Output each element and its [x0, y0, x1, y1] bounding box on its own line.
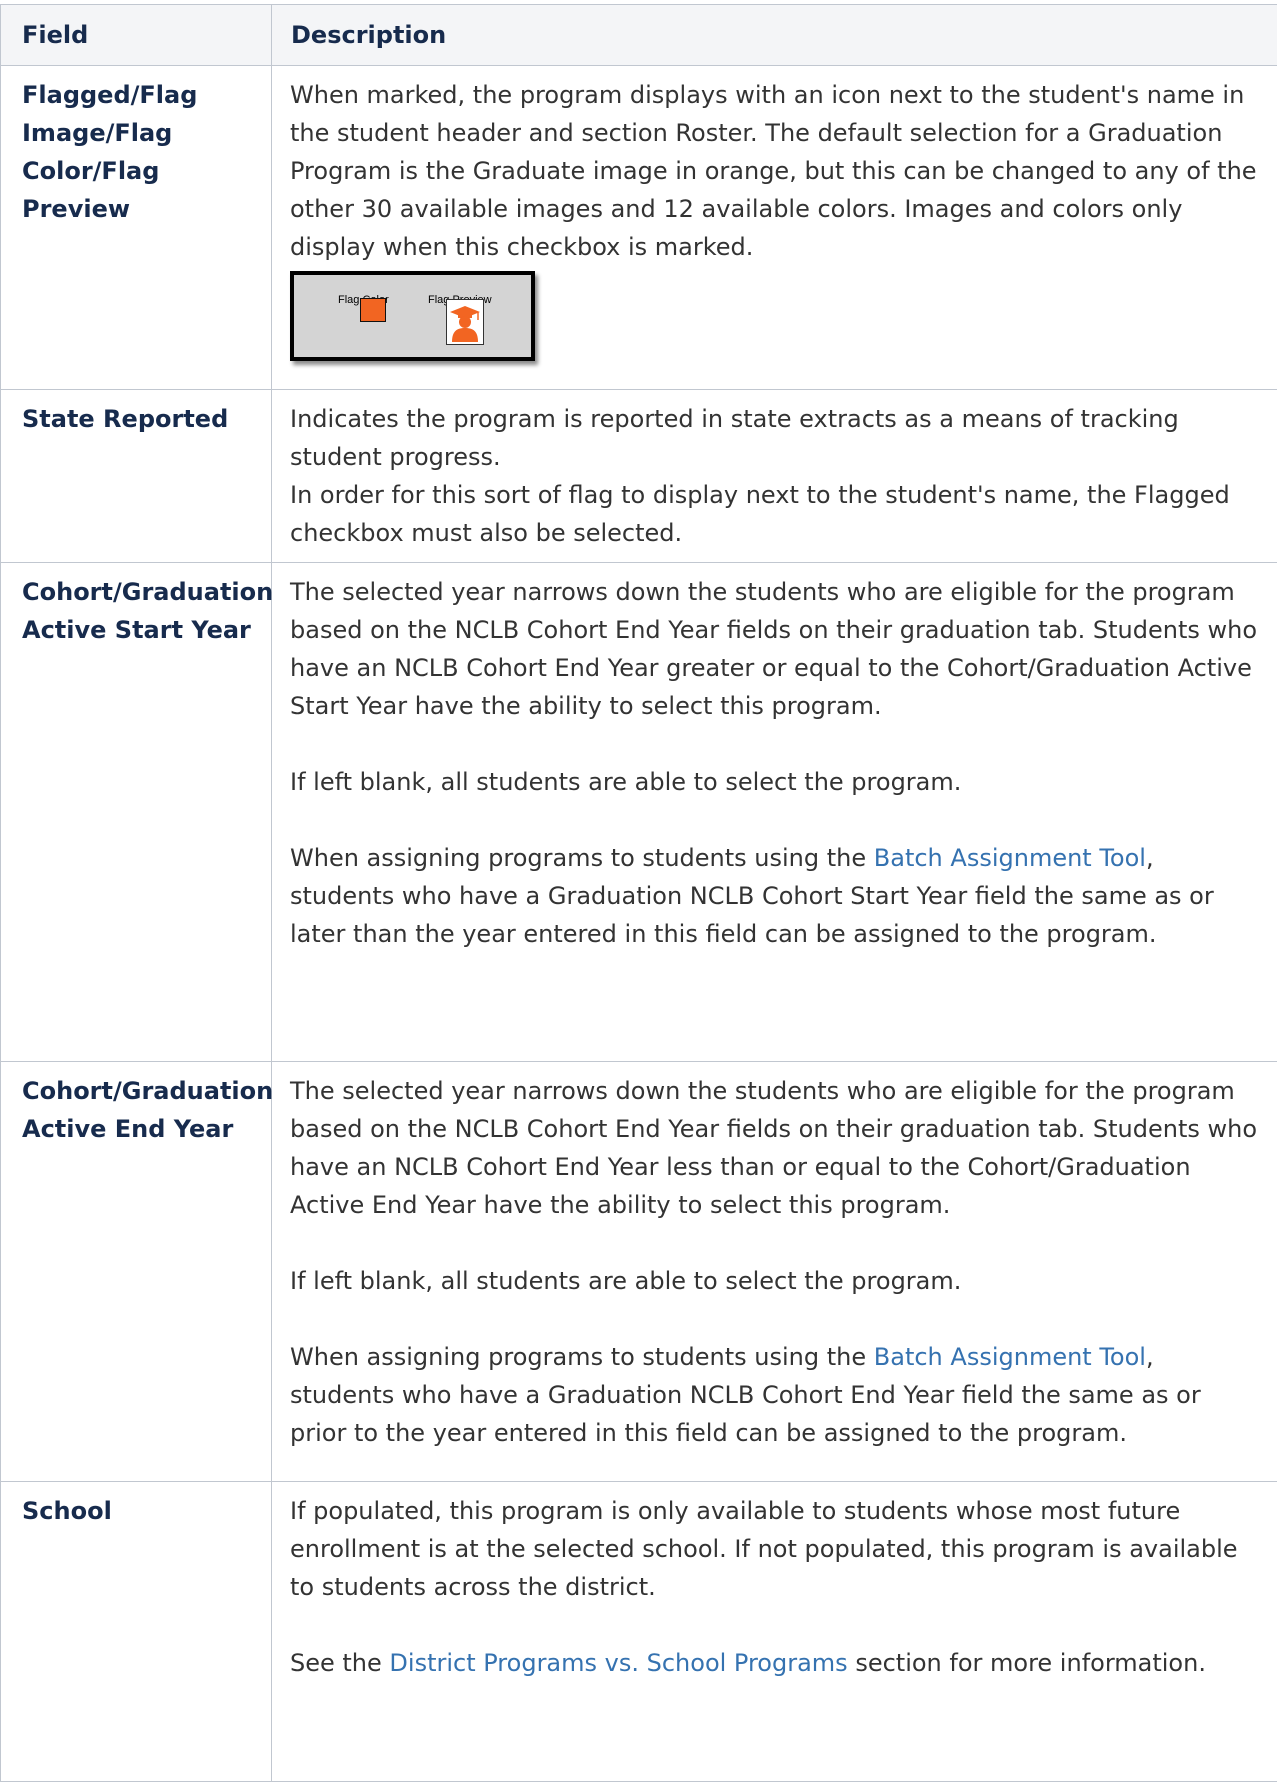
description-paragraph: The selected year narrows down the stude… — [290, 573, 1263, 725]
flag-color-swatch — [360, 298, 386, 322]
field-name: State Reported — [1, 390, 272, 563]
table-row: Cohort/Graduation Active Start Year The … — [1, 563, 1277, 1062]
see-paragraph: See the District Programs vs. School Pro… — [290, 1644, 1263, 1682]
flag-settings-screenshot: Flag Color Flag Preview — [290, 271, 535, 361]
field-description-table: Field Description Flagged/Flag Image/Fla… — [0, 4, 1277, 1782]
district-vs-school-programs-link[interactable]: District Programs vs. School Programs — [389, 1649, 847, 1677]
table-row: School If populated, this program is onl… — [1, 1482, 1277, 1782]
description-paragraph: When marked, the program displays with a… — [290, 76, 1263, 266]
description-paragraph: If left blank, all students are able to … — [290, 763, 1263, 801]
graduate-icon — [447, 300, 483, 344]
header-field: Field — [1, 5, 272, 66]
field-name: Cohort/Graduation Active End Year — [1, 1062, 272, 1482]
field-description: Indicates the program is reported in sta… — [272, 390, 1277, 563]
table-row: State Reported Indicates the program is … — [1, 390, 1277, 563]
field-description: The selected year narrows down the stude… — [272, 1062, 1277, 1482]
header-description: Description — [272, 5, 1277, 66]
description-paragraph: In order for this sort of flag to displa… — [290, 476, 1263, 552]
see-text-after: section for more information. — [848, 1649, 1206, 1677]
field-name: Cohort/Graduation Active Start Year — [1, 563, 272, 1062]
batch-text-before: When assigning programs to students usin… — [290, 1343, 874, 1371]
field-name: School — [1, 1482, 272, 1782]
field-description: When marked, the program displays with a… — [272, 66, 1277, 390]
batch-text-before: When assigning programs to students usin… — [290, 844, 874, 872]
field-description: If populated, this program is only avail… — [272, 1482, 1277, 1782]
table-row: Cohort/Graduation Active End Year The se… — [1, 1062, 1277, 1482]
description-paragraph: If left blank, all students are able to … — [290, 1262, 1263, 1300]
table-header-row: Field Description — [1, 5, 1277, 66]
table-row: Flagged/Flag Image/Flag Color/Flag Previ… — [1, 66, 1277, 390]
field-name: Flagged/Flag Image/Flag Color/Flag Previ… — [1, 66, 272, 390]
batch-assignment-tool-link[interactable]: Batch Assignment Tool — [874, 844, 1146, 872]
batch-assignment-tool-link[interactable]: Batch Assignment Tool — [874, 1343, 1146, 1371]
field-description: The selected year narrows down the stude… — [272, 563, 1277, 1062]
batch-paragraph: When assigning programs to students usin… — [290, 839, 1263, 953]
flag-preview-box — [446, 299, 484, 345]
description-paragraph: If populated, this program is only avail… — [290, 1492, 1263, 1606]
description-paragraph: The selected year narrows down the stude… — [290, 1072, 1263, 1224]
description-paragraph: Indicates the program is reported in sta… — [290, 400, 1263, 476]
see-text-before: See the — [290, 1649, 389, 1677]
batch-paragraph: When assigning programs to students usin… — [290, 1338, 1263, 1452]
